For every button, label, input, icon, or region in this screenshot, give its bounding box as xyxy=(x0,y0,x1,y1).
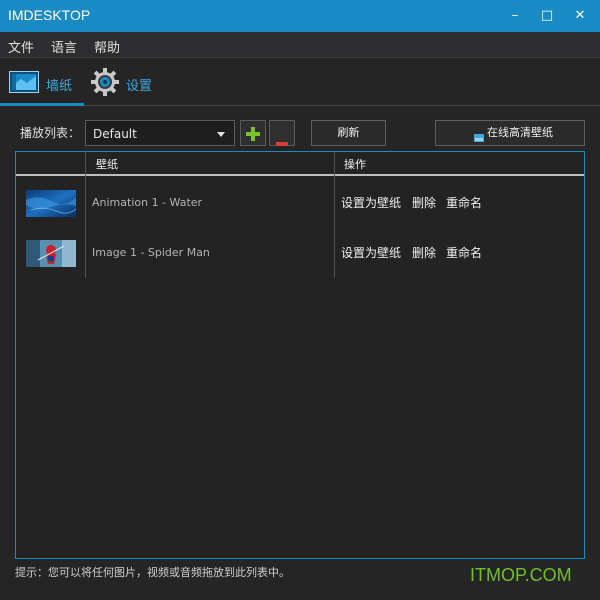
tab-settings[interactable]: 设置 xyxy=(86,58,166,106)
row-name: Animation 1 - Water xyxy=(92,196,203,209)
table-header: 壁纸 操作 xyxy=(16,152,584,176)
menu-language[interactable]: 语言 xyxy=(51,37,77,56)
wallpaper-table: 壁纸 操作 Animation 1 - Water 设置为壁纸 删除 重命名 I… xyxy=(15,151,585,559)
tab-wallpaper-label: 墙纸 xyxy=(46,79,73,94)
tab-wallpaper[interactable]: 墙纸 xyxy=(0,58,84,106)
online-wallpaper-icon xyxy=(474,128,484,152)
maximize-button[interactable]: □ xyxy=(536,5,558,27)
window-title: IMDESKTOP xyxy=(8,7,91,23)
tab-settings-label: 设置 xyxy=(126,79,153,94)
online-wallpaper-button[interactable]: 在线高清壁纸 xyxy=(435,120,585,146)
hint-text: 提示：您可以将任何图片，视频或音频拖放到此列表中。 xyxy=(15,566,290,579)
delete-link[interactable]: 删除 xyxy=(412,194,436,211)
wallpaper-icon xyxy=(9,71,39,97)
chevron-down-icon xyxy=(217,132,225,137)
refresh-button[interactable]: 刷新 xyxy=(311,120,386,146)
playlist-value: Default xyxy=(93,127,137,141)
table-row[interactable]: Image 1 - Spider Man 设置为壁纸 删除 重命名 xyxy=(16,228,584,278)
gear-icon xyxy=(90,67,120,101)
minimize-button[interactable]: – xyxy=(504,5,526,27)
water-thumbnail xyxy=(26,190,77,217)
set-wallpaper-link[interactable]: 设置为壁纸 xyxy=(341,194,401,211)
delete-link[interactable]: 删除 xyxy=(412,244,436,261)
tab-bar: 墙纸 设置 xyxy=(0,58,600,106)
plus-icon xyxy=(246,126,260,145)
set-wallpaper-link[interactable]: 设置为壁纸 xyxy=(341,244,401,261)
close-button[interactable]: ✕ xyxy=(569,5,591,27)
online-wallpaper-label: 在线高清壁纸 xyxy=(487,126,553,139)
rename-link[interactable]: 重命名 xyxy=(446,194,482,211)
rename-link[interactable]: 重命名 xyxy=(446,244,482,261)
minus-icon xyxy=(276,131,288,150)
table-row[interactable]: Animation 1 - Water 设置为壁纸 删除 重命名 xyxy=(16,178,584,228)
row-name: Image 1 - Spider Man xyxy=(92,246,210,259)
remove-playlist-button[interactable] xyxy=(269,120,295,146)
spiderman-thumbnail xyxy=(26,240,76,267)
playlist-label: 播放列表： xyxy=(20,126,81,140)
column-header-wallpaper[interactable]: 壁纸 xyxy=(96,156,118,172)
watermark: ITMOP.COM xyxy=(470,565,572,585)
column-header-actions[interactable]: 操作 xyxy=(344,156,366,172)
menu-help[interactable]: 帮助 xyxy=(94,37,120,56)
add-playlist-button[interactable] xyxy=(240,120,266,146)
menu-file[interactable]: 文件 xyxy=(8,37,34,56)
title-bar: IMDESKTOP – □ ✕ xyxy=(0,0,600,32)
playlist-select[interactable]: Default xyxy=(85,120,235,146)
menu-bar: 文件 语言 帮助 xyxy=(0,32,600,58)
